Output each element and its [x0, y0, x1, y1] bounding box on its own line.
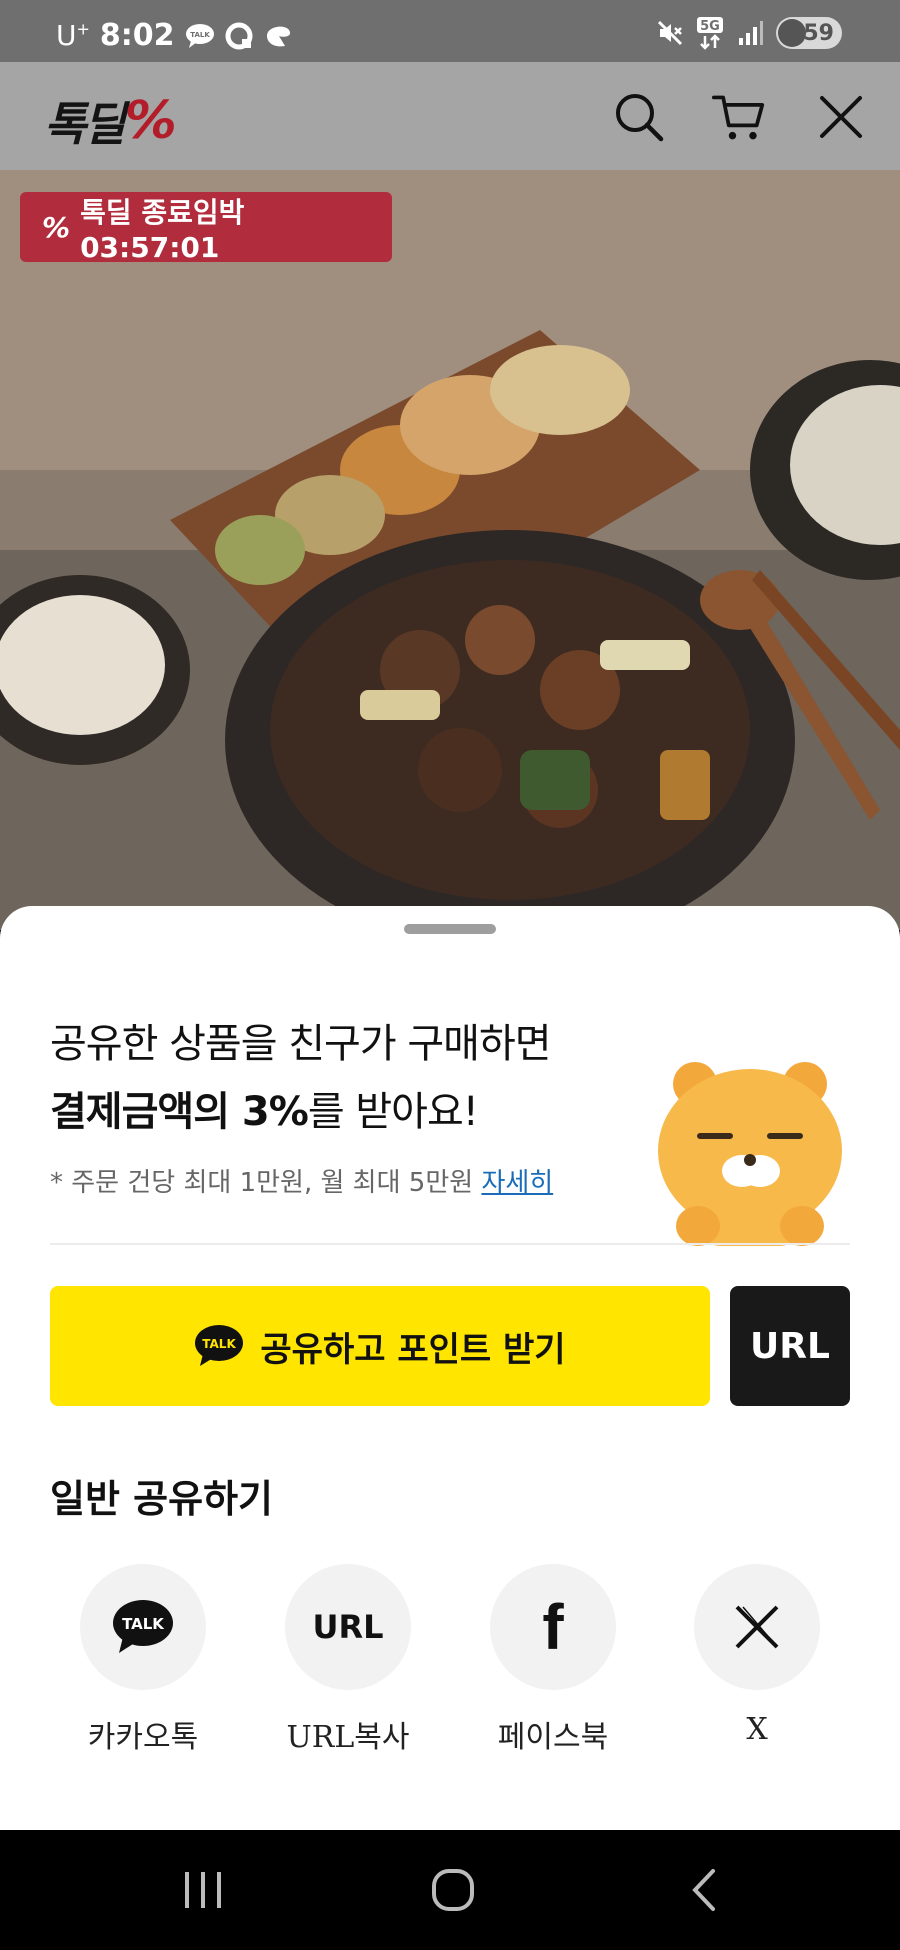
share-url-circle[interactable]: URL	[285, 1564, 411, 1690]
facebook-icon: f	[542, 1591, 564, 1663]
deal-timer-badge: % 톡딜 종료임박 03:57:01	[20, 192, 392, 264]
system-nav-bar	[0, 1830, 900, 1950]
share-url-label: URL복사	[286, 1720, 410, 1755]
share-kakaotalk-circle[interactable]: TALK	[80, 1564, 206, 1690]
svg-text:TALK: TALK	[122, 1615, 165, 1633]
share-bottom-sheet: 공유한 상품을 친구가 구매하면 결제금액의 3%를 받아요! * 주문 건당 …	[0, 906, 900, 1830]
carrier-label: U+	[56, 19, 90, 52]
status-left: U+ 8:02 TALK	[56, 18, 295, 53]
kakaotalk-icon: TALK	[195, 1325, 244, 1366]
status-bar: U+ 8:02 TALK 5G 59	[0, 0, 900, 62]
search-button[interactable]	[612, 90, 666, 144]
general-share-title: 일반 공유하기	[50, 1477, 273, 1521]
x-icon	[735, 1605, 779, 1649]
back-button[interactable]	[670, 1860, 740, 1920]
headline-line-2: 결제금액의 3%를 받아요!	[50, 1078, 551, 1146]
share-facebook-circle[interactable]: f	[490, 1564, 616, 1690]
share-x[interactable]: X	[677, 1564, 837, 1747]
share-headline: 공유한 상품을 친구가 구매하면 결제금액의 3%를 받아요!	[50, 1010, 552, 1146]
search-icon	[616, 94, 664, 142]
reward-limit-note: * 주문 건당 최대 1만원, 월 최대 5만원 자세히	[50, 1162, 553, 1199]
back-icon	[692, 1869, 715, 1911]
share-x-circle[interactable]	[694, 1564, 820, 1690]
share-kakaotalk-label: 카카오톡	[87, 1720, 199, 1755]
battery-saver-icon	[778, 19, 806, 47]
recent-apps-icon	[185, 1872, 221, 1908]
product-image: % 톡딜 종료임박 03:57:01	[0, 170, 900, 930]
cart-button[interactable]	[712, 90, 766, 144]
logo-text: 톡딜	[44, 97, 126, 151]
share-x-label: X	[746, 1712, 768, 1747]
deal-timer-text: 톡딜 종료임박 03:57:01	[80, 195, 245, 264]
home-button[interactable]	[418, 1860, 488, 1920]
url-icon: URL	[312, 1608, 384, 1646]
details-link[interactable]: 자세히	[481, 1168, 553, 1198]
close-button[interactable]	[814, 90, 868, 144]
share-and-earn-label: 공유하고 포인트 받기	[260, 1329, 566, 1370]
kakaotalk-icon: TALK	[113, 1600, 173, 1653]
note-text: * 주문 건당 최대 1만원, 월 최대 5만원	[50, 1168, 474, 1198]
sheet-drag-handle[interactable]	[404, 924, 496, 934]
share-facebook[interactable]: f 페이스북	[473, 1564, 633, 1756]
app-header: 톡딜 %	[0, 62, 900, 170]
share-url-copy[interactable]: URL URL복사	[268, 1564, 428, 1756]
share-and-earn-button[interactable]: TALK 공유하고 포인트 받기	[50, 1286, 710, 1406]
url-copy-button[interactable]: URL	[730, 1286, 850, 1406]
signal-icon	[738, 20, 764, 46]
status-right: 5G 59	[656, 16, 842, 50]
ryan-mascot-image	[658, 1062, 842, 1246]
svg-text:TALK: TALK	[190, 31, 210, 39]
headline-line-1: 공유한 상품을 친구가 구매하면	[50, 1021, 552, 1067]
status-time: 8:02	[99, 18, 175, 53]
tokdeal-logo[interactable]: 톡딜 %	[44, 88, 177, 154]
home-icon	[432, 1869, 474, 1911]
cart-icon	[712, 95, 765, 140]
chat-notification-icon	[225, 22, 253, 50]
food-photo	[0, 170, 900, 930]
svg-text:TALK: TALK	[203, 1337, 237, 1351]
logo-percent-mark: %	[124, 91, 177, 151]
headline-bold-part: 결제금액의 3%	[50, 1089, 309, 1135]
network-5g-icon: 5G	[696, 16, 726, 50]
share-facebook-label: 페이스북	[497, 1720, 609, 1755]
headline-rest-part: 를 받아요!	[307, 1089, 479, 1135]
talk-notification-icon: TALK	[185, 23, 215, 49]
close-icon	[820, 96, 862, 138]
battery-indicator: 59	[776, 17, 842, 49]
mute-icon	[656, 19, 684, 47]
deal-percent-icon: %	[42, 210, 71, 244]
sheet-divider	[50, 1243, 850, 1245]
share-kakaotalk[interactable]: TALK 카카오톡	[63, 1564, 223, 1756]
app-notification-icon	[263, 22, 295, 50]
svg-text:5G: 5G	[700, 19, 720, 34]
recent-apps-button[interactable]	[168, 1860, 238, 1920]
